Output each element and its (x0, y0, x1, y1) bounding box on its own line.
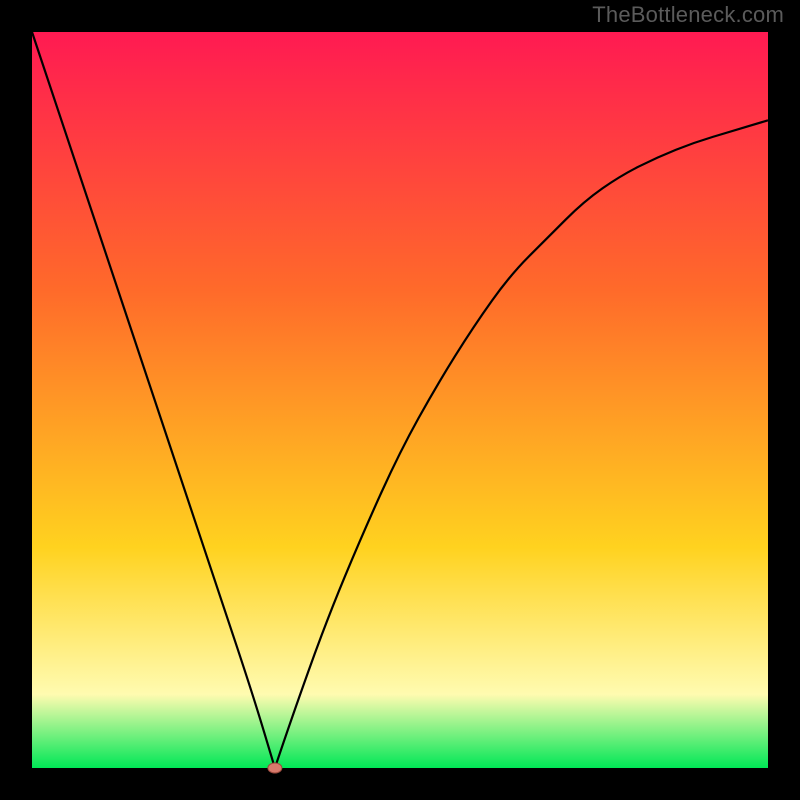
chart-frame: TheBottleneck.com (0, 0, 800, 800)
chart-svg (0, 0, 800, 800)
attribution-label: TheBottleneck.com (592, 2, 784, 28)
minimum-point-marker (268, 763, 282, 773)
plot-area (32, 32, 768, 768)
